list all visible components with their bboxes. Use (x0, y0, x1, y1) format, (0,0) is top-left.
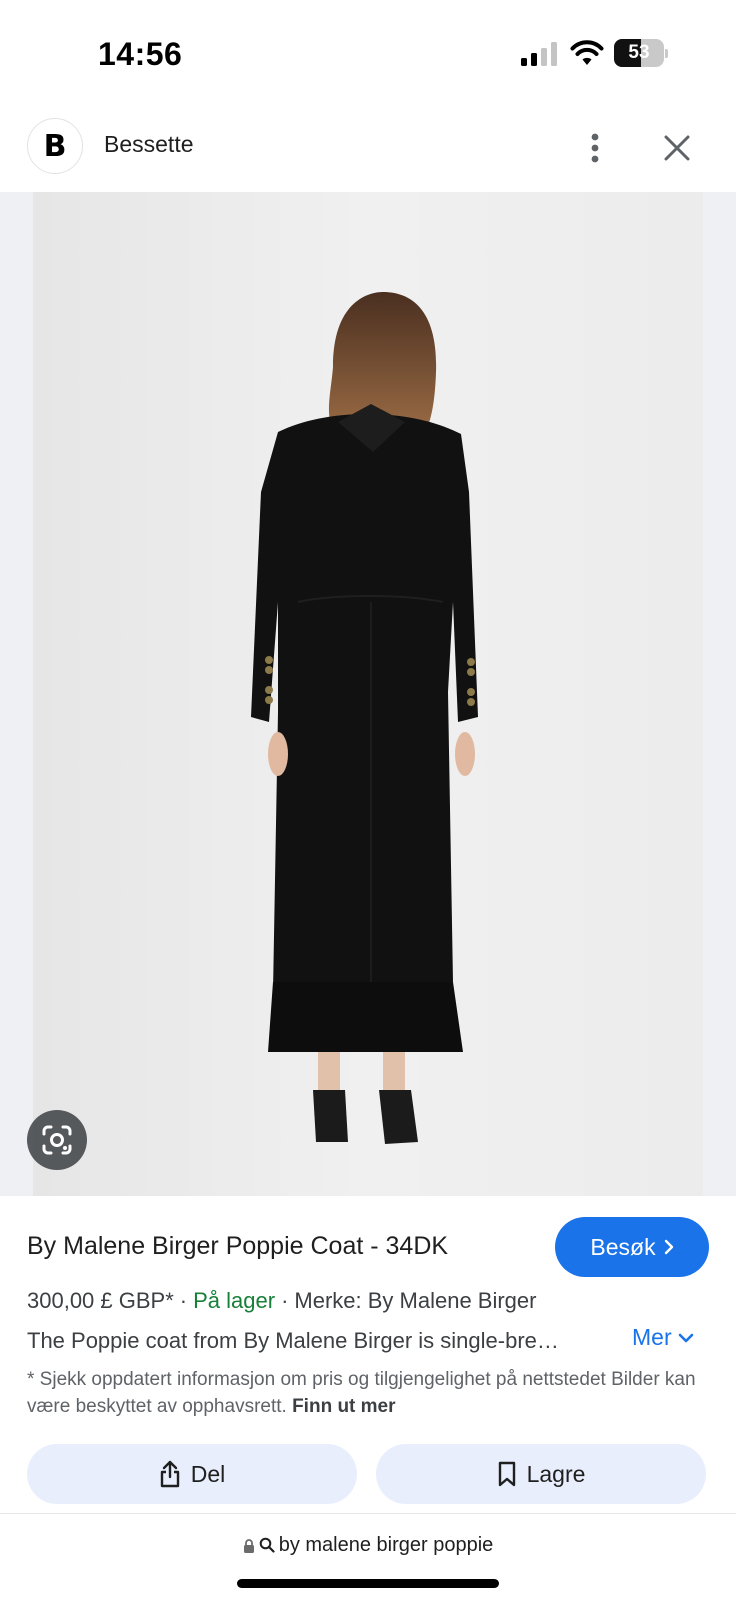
site-logo[interactable]: B (27, 118, 83, 174)
more-label: Mer (632, 1324, 672, 1350)
visit-button[interactable]: Besøk (555, 1217, 709, 1277)
status-time: 14:56 (98, 36, 183, 72)
product-description: The Poppie coat from By Malene Birger is… (27, 1328, 567, 1353)
site-logo-letter: B (43, 128, 67, 164)
product-image-area[interactable] (0, 192, 736, 1196)
status-bar: 14:56 53 (0, 0, 736, 108)
product-image[interactable] (33, 192, 703, 1196)
battery-body: 53 (614, 39, 664, 67)
home-indicator[interactable] (237, 1579, 499, 1588)
product-price: 300,00 £ GBP* (27, 1288, 174, 1313)
share-button[interactable]: Del (27, 1444, 357, 1504)
site-header: B Bessette (0, 108, 736, 192)
google-lens-button[interactable] (27, 1110, 87, 1170)
site-name[interactable]: Bessette (104, 131, 194, 158)
meta-separator: · (281, 1288, 289, 1313)
chevron-right-icon (664, 1239, 673, 1255)
bookmark-icon (498, 1461, 515, 1487)
learn-more-link[interactable]: Finn ut mer (292, 1396, 395, 1417)
save-button[interactable]: Lagre (376, 1444, 706, 1504)
meta-separator: · (179, 1288, 188, 1313)
share-label: Del (190, 1460, 226, 1487)
product-title: By Malene Birger Poppie Coat - 34DK (27, 1232, 449, 1260)
more-vert-icon (591, 133, 599, 163)
lock-icon (243, 1538, 254, 1553)
more-button[interactable]: Mer (632, 1324, 694, 1351)
wifi-icon (570, 40, 604, 65)
close-icon (664, 135, 690, 161)
battery-level: 53 (628, 42, 650, 63)
cellular-signal-icon (521, 42, 557, 66)
url-bar[interactable]: by malene birger poppie (0, 1530, 736, 1560)
search-icon (259, 1537, 275, 1553)
battery-indicator: 53 (614, 39, 668, 67)
save-label: Lagre (526, 1460, 586, 1487)
visit-label: Besøk (590, 1233, 656, 1260)
divider (0, 1513, 736, 1514)
product-meta: 300,00 £ GBP* · På lager · Merke: By Malene … (27, 1288, 536, 1314)
chevron-down-icon (678, 1333, 693, 1342)
search-query: by malene birger poppie (278, 1533, 494, 1556)
google-lens-icon (42, 1125, 72, 1155)
product-brand: Merke: By Malene Birger (294, 1288, 537, 1313)
close-button[interactable] (655, 126, 699, 170)
coat-photo-illustration (33, 192, 703, 1196)
more-options-button[interactable] (575, 128, 615, 168)
battery-nub (665, 49, 668, 58)
stock-status: På lager (193, 1288, 276, 1313)
disclaimer: * Sjekk oppdatert informasjon om pris og… (27, 1366, 717, 1420)
share-icon (160, 1460, 179, 1488)
